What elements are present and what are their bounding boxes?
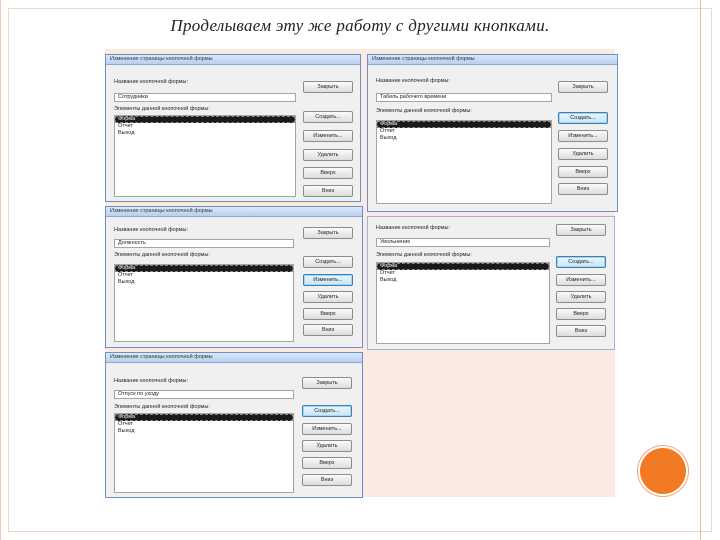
close-button[interactable]: Закрыть [302, 377, 352, 389]
list-item[interactable]: Выход [115, 428, 293, 435]
list-item[interactable]: Отчет [377, 270, 549, 277]
list-item[interactable]: Отчет [115, 123, 295, 130]
form-items-label: Элементы данной кнопочной формы: [114, 404, 210, 410]
create-button[interactable]: Создать... [558, 112, 608, 124]
edit-button[interactable]: Изменить... [302, 423, 352, 435]
move-up-button[interactable]: Вверх [303, 308, 353, 320]
form-items-list[interactable]: Форма Отчет Выход [114, 115, 296, 197]
list-item[interactable]: Форма [377, 263, 549, 270]
form-name-input[interactable]: Должность [114, 239, 294, 248]
move-up-button[interactable]: Вверх [303, 167, 353, 179]
form-items-list[interactable]: Форма Отчет Выход [376, 262, 550, 344]
move-up-button[interactable]: Вверх [556, 308, 606, 320]
move-down-button[interactable]: Вниз [558, 183, 608, 195]
switchboard-dialog-2: Изменение страницы кнопочной формы Назва… [367, 54, 618, 212]
form-name-label: Название кнопочной формы: [376, 225, 450, 231]
form-name-label: Название кнопочной формы: [114, 79, 188, 85]
switchboard-dialog-4: Название кнопочной формы: Увольнение Эле… [367, 216, 615, 350]
form-name-input[interactable]: Увольнение [376, 238, 550, 247]
switchboard-dialog-3: Изменение страницы кнопочной формы Назва… [105, 206, 363, 348]
form-name-input[interactable]: Табель рабочего времени [376, 93, 552, 102]
slide-left-edge [0, 0, 1, 540]
close-button[interactable]: Закрыть [303, 227, 353, 239]
list-item[interactable]: Форма [115, 414, 293, 421]
form-items-label: Элементы данной кнопочной формы: [114, 252, 210, 258]
delete-button[interactable]: Удалить [558, 148, 608, 160]
form-name-label: Название кнопочной формы: [114, 227, 188, 233]
create-button[interactable]: Создать... [303, 256, 353, 268]
decorative-orange-circle [640, 448, 686, 494]
close-button[interactable]: Закрыть [303, 81, 353, 93]
list-item[interactable]: Отчет [377, 128, 551, 135]
slide-heading: Проделываем эту же работу с другими кноп… [170, 16, 550, 35]
edit-button[interactable]: Изменить... [303, 130, 353, 142]
form-name-label: Название кнопочной формы: [376, 78, 450, 84]
edit-button[interactable]: Изменить... [303, 274, 353, 286]
list-item[interactable]: Форма [377, 121, 551, 128]
slide-right-edge [700, 0, 701, 540]
list-item[interactable]: Выход [377, 135, 551, 142]
form-items-list[interactable]: Форма Отчет Выход [376, 120, 552, 204]
edit-button[interactable]: Изменить... [558, 130, 608, 142]
delete-button[interactable]: Удалить [302, 440, 352, 452]
create-button[interactable]: Создать... [303, 111, 353, 123]
list-item[interactable]: Отчет [115, 272, 293, 279]
list-item[interactable]: Форма [115, 265, 293, 272]
form-name-input[interactable]: Отпуск по уходу [114, 390, 294, 399]
edit-button[interactable]: Изменить... [556, 274, 606, 286]
list-item[interactable]: Выход [115, 279, 293, 286]
dialog-title-bar: Изменение страницы кнопочной формы [106, 55, 360, 65]
close-button[interactable]: Закрыть [556, 224, 606, 236]
delete-button[interactable]: Удалить [556, 291, 606, 303]
dialog-title-bar: Изменение страницы кнопочной формы [106, 207, 362, 217]
list-item[interactable]: Выход [377, 277, 549, 284]
close-button[interactable]: Закрыть [558, 81, 608, 93]
create-button[interactable]: Создать... [556, 256, 606, 268]
delete-button[interactable]: Удалить [303, 291, 353, 303]
dialog-title-bar: Изменение страницы кнопочной формы [106, 353, 362, 363]
form-name-input[interactable]: Сотрудники [114, 93, 296, 102]
list-item[interactable]: Выход [115, 130, 295, 137]
form-items-label: Элементы данной кнопочной формы: [114, 106, 210, 112]
switchboard-dialog-5: Изменение страницы кнопочной формы Назва… [105, 352, 363, 498]
move-down-button[interactable]: Вниз [303, 185, 353, 197]
list-item[interactable]: Отчет [115, 421, 293, 428]
dialog-title-bar: Изменение страницы кнопочной формы [368, 55, 617, 65]
move-down-button[interactable]: Вниз [303, 324, 353, 336]
move-up-button[interactable]: Вверх [558, 166, 608, 178]
move-down-button[interactable]: Вниз [302, 474, 352, 486]
form-name-label: Название кнопочной формы: [114, 378, 188, 384]
form-items-label: Элементы данной кнопочной формы: [376, 252, 472, 258]
form-items-label: Элементы данной кнопочной формы: [376, 108, 472, 114]
create-button[interactable]: Создать... [302, 405, 352, 417]
form-items-list[interactable]: Форма Отчет Выход [114, 264, 294, 342]
move-up-button[interactable]: Вверх [302, 457, 352, 469]
move-down-button[interactable]: Вниз [556, 325, 606, 337]
delete-button[interactable]: Удалить [303, 149, 353, 161]
switchboard-dialog-1: Изменение страницы кнопочной формы Назва… [105, 54, 361, 202]
form-items-list[interactable]: Форма Отчет Выход [114, 413, 294, 493]
list-item[interactable]: Форма [115, 116, 295, 123]
